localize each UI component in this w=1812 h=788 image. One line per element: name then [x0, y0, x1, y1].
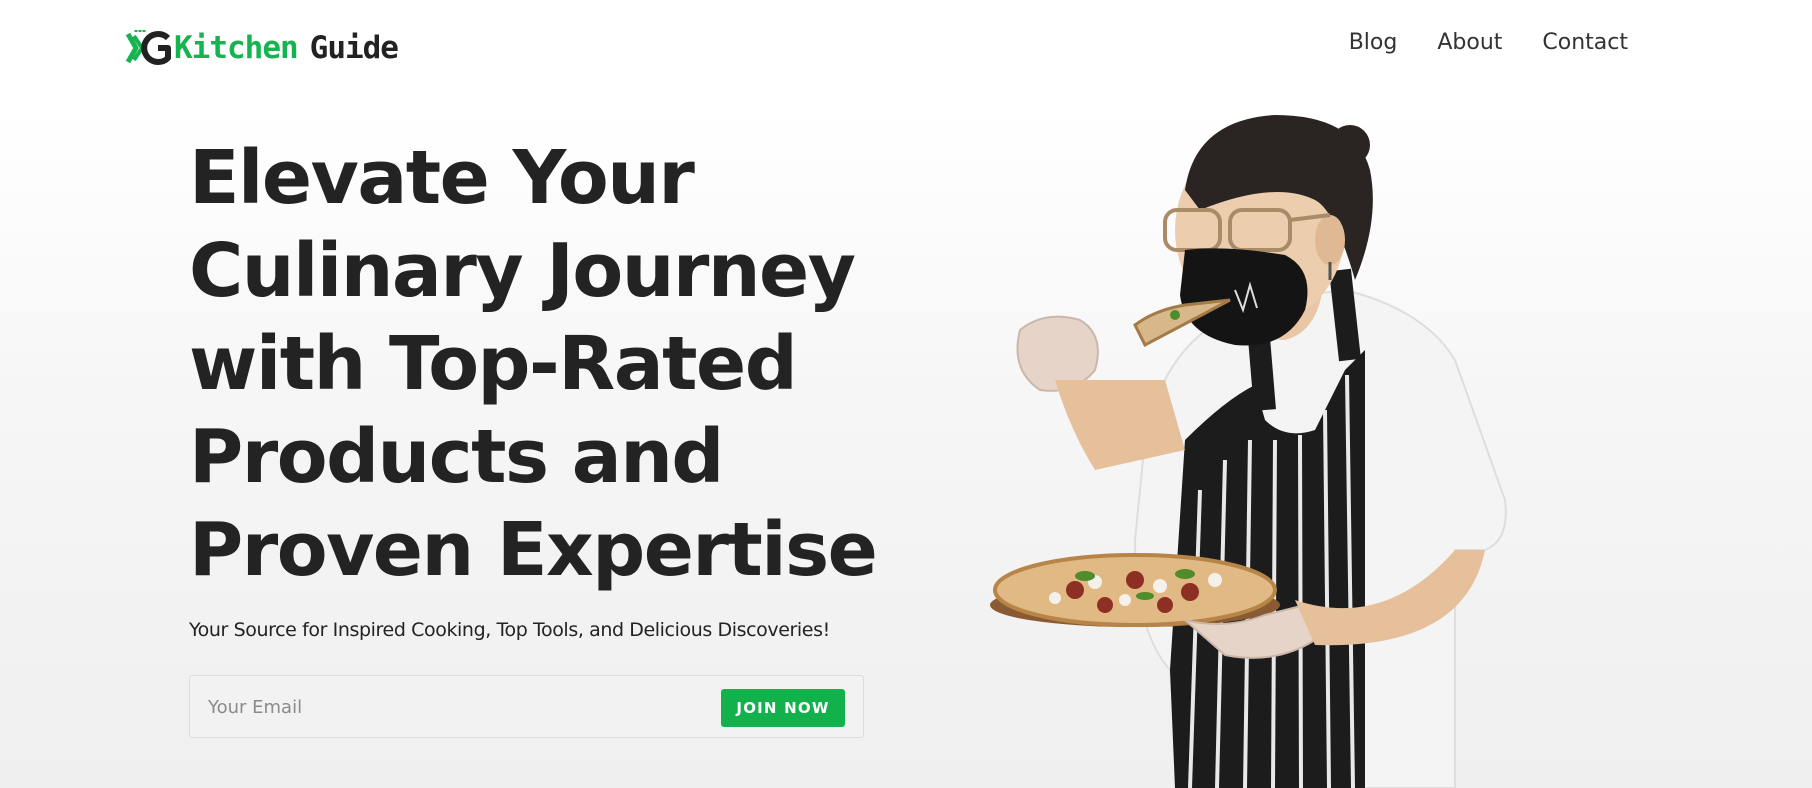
- logo-word-kitchen: Kitchen: [174, 30, 299, 66]
- site-logo[interactable]: Kitchen Guide: [126, 28, 399, 68]
- logo-wordmark: Kitchen Guide: [174, 30, 399, 66]
- logo-word-guide: Guide: [309, 30, 399, 66]
- site-header: Kitchen Guide Blog About Contact: [0, 0, 1812, 95]
- hero-title: Elevate Your Culinary Journey with Top-R…: [189, 135, 878, 593]
- join-now-button[interactable]: JOIN NOW: [721, 689, 845, 727]
- nav-link-contact[interactable]: Contact: [1542, 30, 1628, 55]
- kg-logo-icon: [126, 30, 171, 65]
- chef-eating-pizza-image: [990, 115, 1507, 788]
- nav-link-about[interactable]: About: [1437, 30, 1502, 55]
- hero-subtitle: Your Source for Inspired Cooking, Top To…: [189, 619, 830, 641]
- newsletter-signup-form: JOIN NOW: [189, 675, 864, 738]
- email-input[interactable]: [208, 690, 678, 724]
- main-nav: Blog About Contact: [1349, 30, 1628, 55]
- nav-link-blog[interactable]: Blog: [1349, 30, 1398, 55]
